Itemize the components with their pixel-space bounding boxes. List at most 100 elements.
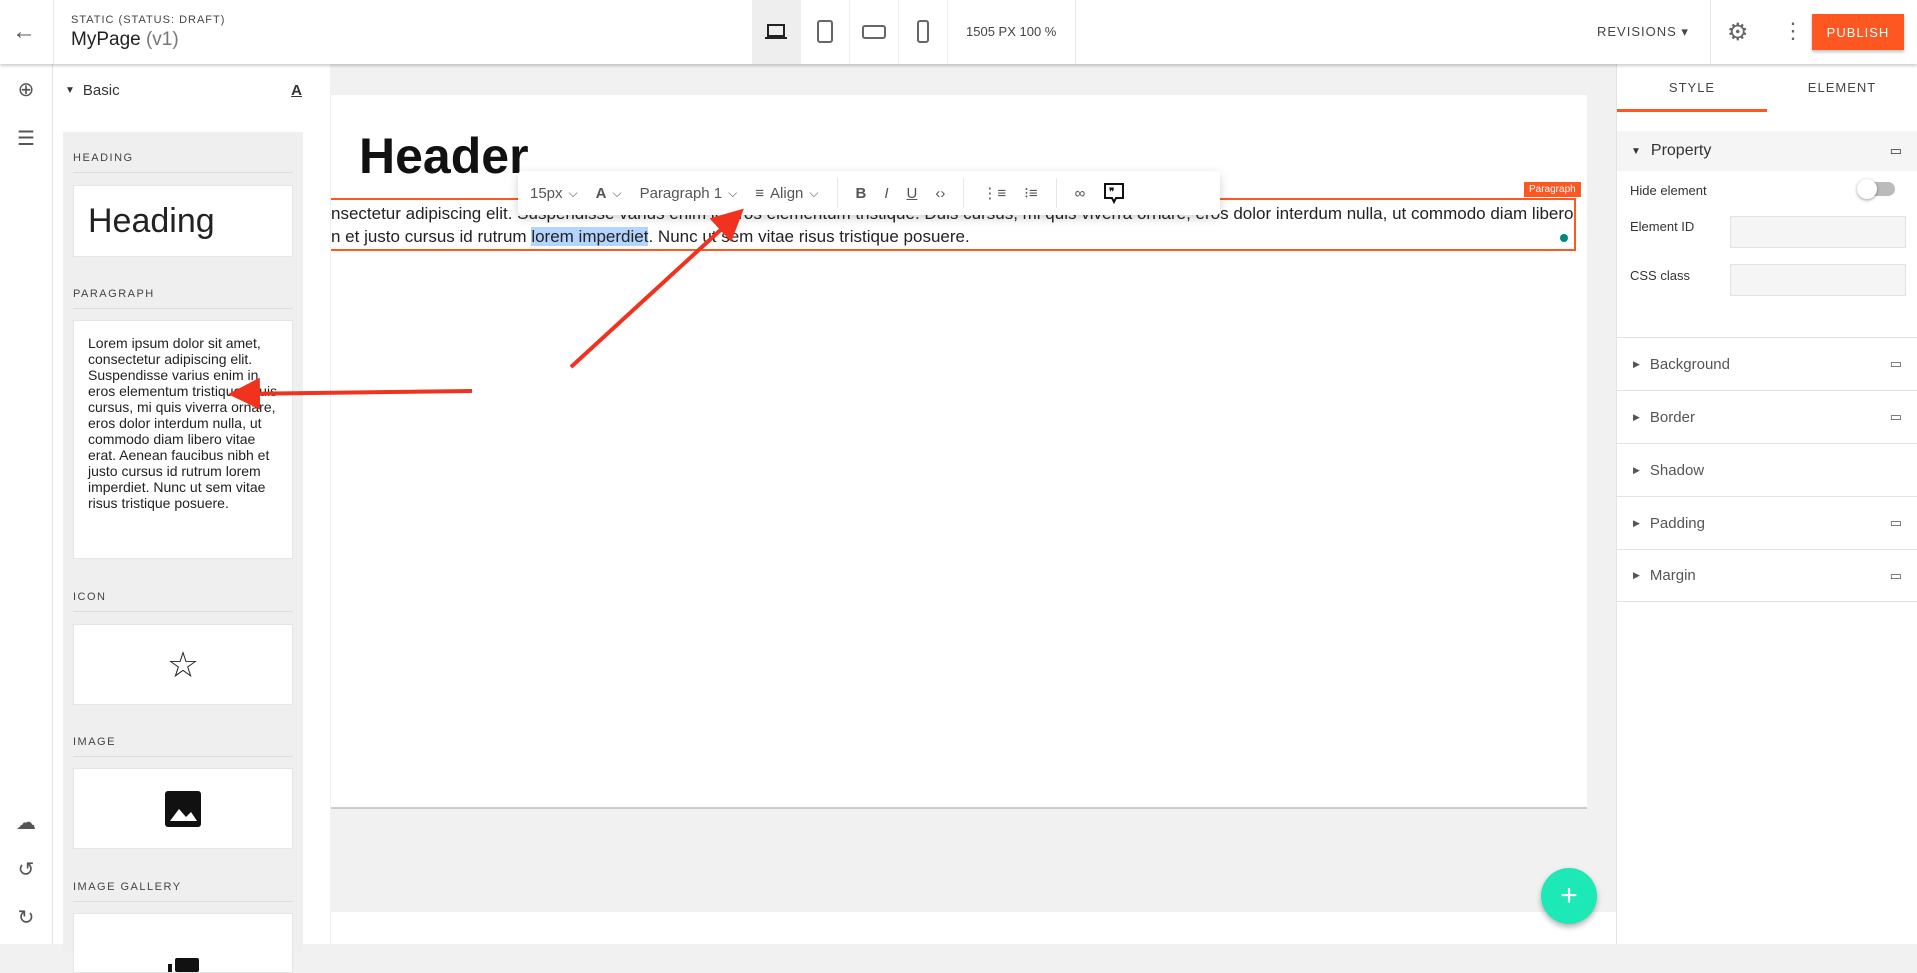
add-circle-icon[interactable]: ⊕ [12,75,40,103]
font-size-value: 15px [530,184,563,202]
caret-right-icon: ▶ [1633,358,1640,369]
blocks-group-header[interactable]: ▼ Basic A [53,64,322,116]
bold-icon[interactable]: B [856,185,867,202]
monitor-icon: ▭ [1889,515,1902,530]
more-options-icon[interactable]: ⋮ [1782,18,1804,44]
tablet-landscape-icon [862,25,886,39]
block-label: IMAGE GALLERY [73,881,293,902]
block-label: HEADING [73,152,292,173]
publish-button[interactable]: PUBLISH [1812,14,1904,50]
svg-text:❞: ❞ [1109,187,1114,198]
monitor-icon: ▭ [1889,356,1902,371]
divider [836,178,838,208]
tablet-icon [817,20,833,43]
text: n et justo cursus id rutrum [331,227,532,246]
laptop-icon [765,24,787,39]
mobile-view-button[interactable] [899,0,948,64]
properties-panel: STYLE ELEMENT ▼ Property ▭ Hide element El… [1616,64,1917,944]
back-arrow-icon[interactable]: ← [10,18,38,46]
icon-block[interactable]: ☆ [73,624,293,705]
section-margin[interactable]: ▶ Margin ▭ [1617,549,1917,602]
viewport-size: 1505 PX 100 % [966,24,1057,39]
caret-right-icon: ▶ [1633,464,1640,475]
element-id-input[interactable] [1730,216,1906,248]
align-dropdown[interactable]: ≡ Align ⌵ [755,185,818,202]
hide-element-toggle[interactable] [1857,179,1895,199]
image-block[interactable] [73,768,293,849]
caret-right-icon: ▶ [1633,570,1640,580]
section-title: Padding [1649,514,1705,532]
group-label: Basic [82,81,120,99]
image-gallery-block[interactable] [73,913,293,973]
align-label: Align [770,184,804,202]
resize-handle[interactable] [1560,234,1568,242]
block-label: PARAGRAPH [73,288,293,309]
desktop-view-button[interactable] [752,0,801,64]
revisions-dropdown[interactable]: REVISIONS ▾ [1597,24,1689,40]
section-shadow[interactable]: ▶ Shadow [1617,443,1917,496]
paragraph-line: n et justo cursus id rutrum lorem imperd… [331,225,1574,248]
text-style-value: Paragraph 1 [639,184,723,202]
cloud-saved-icon[interactable]: ☁ [12,808,40,836]
section-background[interactable]: ▶ Background ▭ [1617,337,1917,390]
page-version: (v1) [145,29,179,50]
block-label: IMAGE [73,736,293,757]
blocks-panel: ▼ Basic A HEADING Heading PARAGRAPH Lorem … [53,64,379,973]
tablet-landscape-view-button[interactable] [850,0,899,64]
text: . Nunc ut sem vitae risus tristique posu… [648,227,970,246]
heading-block[interactable]: Heading [73,185,293,257]
tablet-view-button[interactable] [801,0,850,64]
font-size-dropdown[interactable]: 15px ⌵ [530,185,578,202]
italic-icon[interactable]: I [884,185,888,202]
divider [1075,0,1076,64]
quote-icon[interactable]: ❞ [1103,182,1125,204]
canvas-next-section [331,912,1616,944]
ordered-list-icon[interactable]: ⋮≡ [982,184,1006,202]
section-title: Shadow [1649,461,1705,479]
redo-icon[interactable]: ↻ [12,903,40,931]
code-icon[interactable]: ‹› [935,185,945,202]
monitor-icon: ▭ [1889,567,1902,583]
divider [1055,178,1057,208]
align-left-icon: ≡ [755,184,765,202]
blocks-list: HEADING Heading PARAGRAPH Lorem ipsum do… [63,132,303,973]
caret-down-icon: ▼ [1631,145,1641,157]
left-rail: ⊕ ☰ ☁ ↺ ↻ [0,64,53,944]
section-title: Border [1649,408,1695,426]
page-title: MyPage (v1) [71,29,179,51]
header-element[interactable]: Header [359,127,529,185]
css-class-label: CSS class [1630,268,1690,283]
undo-icon[interactable]: ↺ [12,855,40,883]
gear-icon[interactable]: ⚙ [1727,18,1749,47]
monitor-icon: ▭ [1889,409,1902,424]
caret-down-icon: ▼ [65,84,75,96]
chevron-down-icon: ⌵ [809,185,819,200]
caret-right-icon: ▶ [1633,517,1640,528]
paragraph-block[interactable]: Lorem ipsum dolor sit amet, consectetur … [73,320,293,559]
section-border[interactable]: ▶ Border ▭ [1617,390,1917,443]
add-section-button[interactable]: + [1541,868,1597,924]
section-padding[interactable]: ▶ Padding ▭ [1617,496,1917,549]
css-class-input[interactable] [1730,264,1906,296]
text-style-dropdown[interactable]: Paragraph 1 ⌵ [640,185,738,202]
tab-style[interactable]: STYLE [1617,64,1767,112]
text-color-dropdown[interactable]: A ⌵ [596,185,622,202]
selected-text: lorem imperdiet [531,227,649,246]
divider [53,0,54,64]
block-label: ICON [73,591,290,612]
page-name: MyPage [71,29,141,50]
section-title: Background [1649,355,1730,373]
element-id-label: Element ID [1630,219,1695,234]
chevron-down-icon: ⌵ [612,185,622,200]
text-toolbar: 15px ⌵ A ⌵ Paragraph 1 ⌵ ≡ Align ⌵ B I U ‹› ⋮… [518,171,1220,215]
text-color-icon: A [595,184,607,202]
link-icon[interactable]: ∞ [1075,185,1086,202]
property-section-header[interactable]: ▼ Property ▭ [1617,131,1917,171]
tab-element[interactable]: ELEMENT [1767,64,1917,112]
font-style-icon[interactable]: A [291,82,302,99]
layers-list-icon[interactable]: ☰ [12,124,40,152]
underline-icon[interactable]: U [907,185,918,202]
star-icon: ☆ [166,643,200,685]
bullet-list-icon[interactable]: ⁝≡ [1024,184,1038,202]
section-title: Property [1650,142,1712,159]
